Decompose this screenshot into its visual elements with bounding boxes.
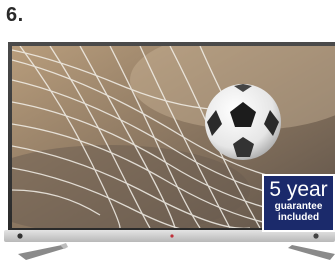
tv-stand-left <box>18 245 66 260</box>
guarantee-badge: 5 year guarantee included <box>262 174 335 232</box>
product-card: 6. 5 year guarantee included <box>0 0 335 266</box>
guarantee-label: guarantee <box>274 201 323 212</box>
logo-dot-icon <box>170 234 174 238</box>
sensor-icon <box>313 233 319 239</box>
guarantee-included: included <box>277 212 320 223</box>
soccer-ball-graphic <box>205 84 281 160</box>
power-indicator-icon <box>17 233 23 239</box>
guarantee-years: 5 year <box>269 178 328 201</box>
item-number: 6. <box>6 4 24 26</box>
tv-product-image <box>0 40 335 266</box>
tv-stand-right <box>288 245 335 260</box>
